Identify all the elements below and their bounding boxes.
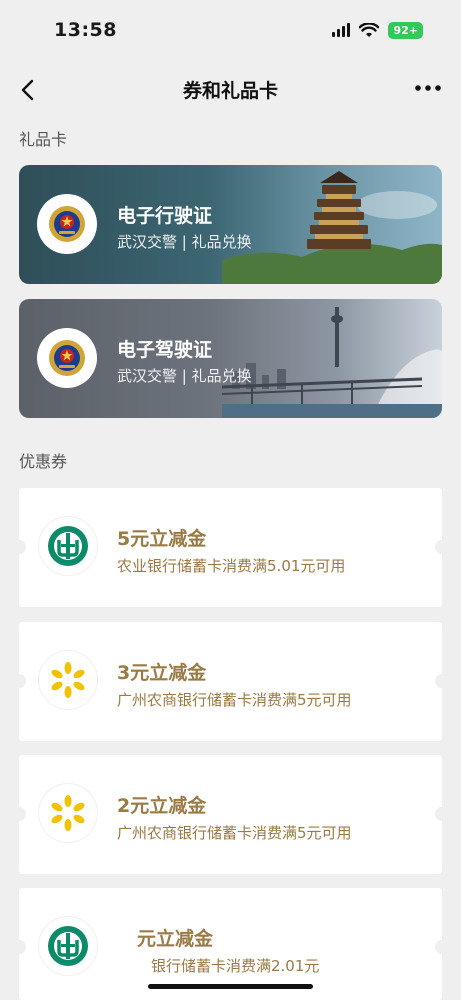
wifi-icon [359,22,380,37]
gift-card-subtitle: 武汉交警 | 礼品兑换 [117,233,252,251]
coupons-section-label: 优惠券 [19,452,68,471]
coupon-description: 广州农商银行储蓄卡消费满5元可用 [117,824,352,842]
nav-bar: 券和礼品卡 [0,60,461,118]
battery-indicator: 92+ [388,21,423,39]
home-indicator[interactable] [148,984,313,989]
abc-bank-icon [39,517,97,575]
status-bar: 13:58 92+ [0,0,461,60]
gift-cards-section-label: 礼品卡 [19,130,68,149]
pagoda-scene-image [222,171,442,284]
gift-card-subtitle: 武汉交警 | 礼品兑换 [117,367,252,385]
page-title: 券和礼品卡 [182,79,278,102]
coupon-title: 元立减金 [137,928,214,950]
coupon-title: 5元立减金 [117,528,207,550]
police-badge-icon [37,194,97,254]
city-bridge-scene-image [222,307,442,418]
coupon-item[interactable]: 5元立减金 农业银行储蓄卡消费满5.01元可用 [12,488,449,607]
coupon-title: 2元立减金 [117,795,207,817]
coupon-item[interactable]: 3元立减金 广州农商银行储蓄卡消费满5元可用 [12,622,449,741]
gift-card-vehicle-license[interactable]: 电子行驶证 武汉交警 | 礼品兑换 [19,165,442,284]
more-options-icon[interactable] [413,78,443,98]
grcb-bank-icon [39,651,97,709]
police-badge-icon [37,328,97,388]
coupon-description: 银行储蓄卡消费满2.01元 [151,957,320,975]
coupon-item[interactable]: 2元立减金 广州农商银行储蓄卡消费满5元可用 [12,755,449,874]
grcb-bank-icon [39,784,97,842]
coupon-description: 广州农商银行储蓄卡消费满5元可用 [117,691,352,709]
back-arrow-icon[interactable] [16,77,42,103]
gift-card-driver-license[interactable]: 电子驾驶证 武汉交警 | 礼品兑换 [19,299,442,418]
status-time: 13:58 [54,19,117,41]
coupon-description: 农业银行储蓄卡消费满5.01元可用 [117,557,346,575]
coupon-title: 3元立减金 [117,662,207,684]
status-icons: 92+ [332,21,423,39]
abc-bank-icon [39,917,97,975]
gift-card-title: 电子行驶证 [117,205,213,227]
gift-card-title: 电子驾驶证 [117,339,213,361]
cellular-signal-icon [332,23,351,37]
